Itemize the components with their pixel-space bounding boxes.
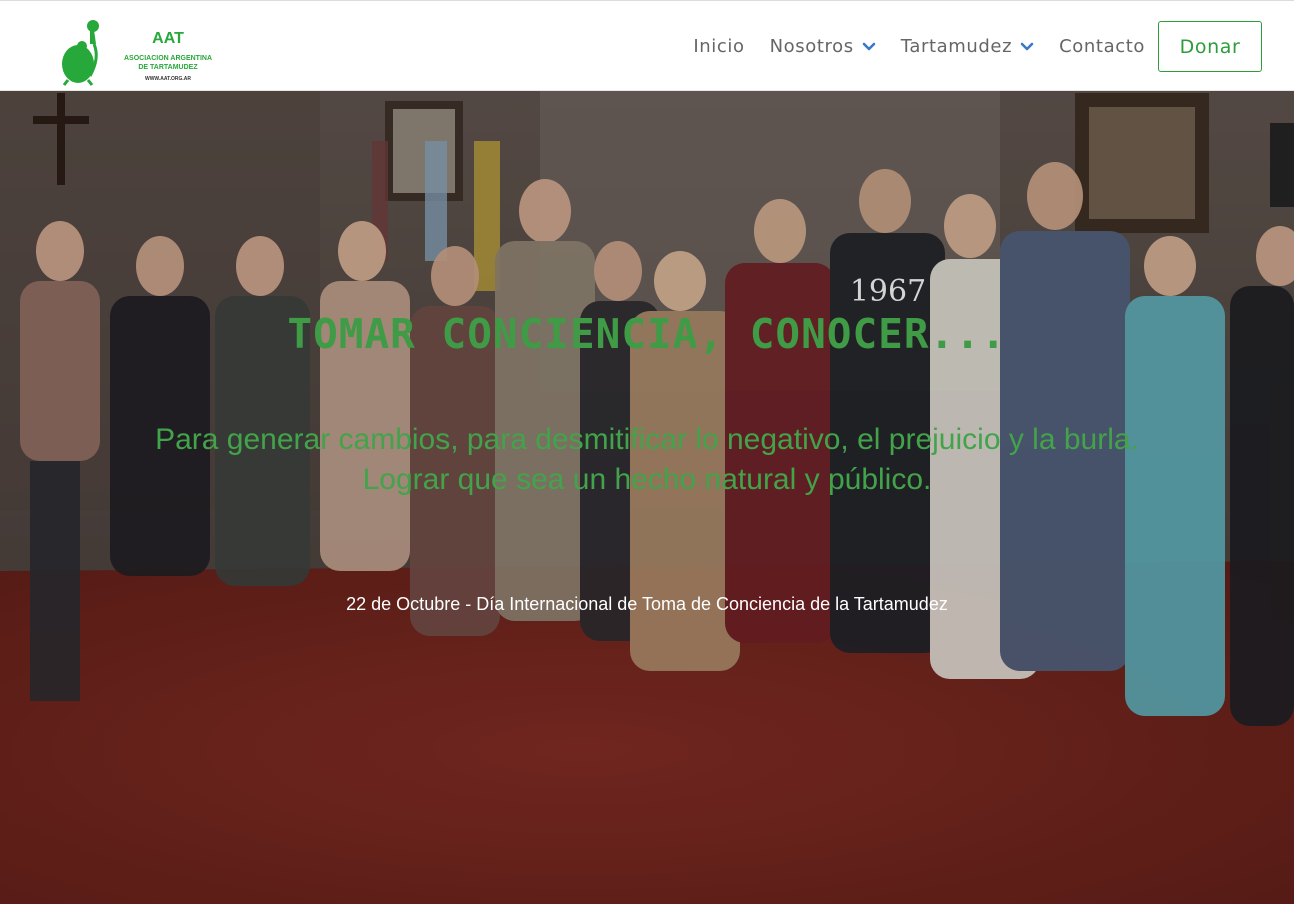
nav-label: Tartamudez [900, 36, 1013, 57]
nav-label: Inicio [693, 36, 745, 57]
site-header: AAT ASOCIACION ARGENTINA DE TARTAMUDEZ W… [0, 0, 1294, 91]
site-logo[interactable]: AAT ASOCIACION ARGENTINA DE TARTAMUDEZ W… [60, 18, 220, 88]
logo-name-line1: ASOCIACION ARGENTINA [123, 55, 213, 62]
logo-name-line2: DE TARTAMUDEZ [138, 64, 198, 71]
donate-button[interactable]: Donar [1158, 21, 1262, 72]
nav-nosotros[interactable]: Nosotros [770, 36, 876, 57]
nav-contacto[interactable]: Contacto [1059, 36, 1145, 57]
hero-subtitle-line2: Lograr que sea un hecho natural y públic… [362, 463, 932, 496]
chevron-down-icon [862, 42, 876, 50]
chevron-down-icon [1020, 42, 1034, 50]
nav-label: Nosotros [769, 36, 854, 57]
hero-subtitle-line1: Para generar cambios, para desmitificar … [155, 423, 1139, 456]
logo-abbr: AAT [152, 30, 184, 47]
hero-subtitle: Para generar cambios, para desmitificar … [0, 420, 1294, 500]
nav-label: Contacto [1059, 36, 1145, 57]
hero-banner: 1967 TOMAR CONCIENCIA, CONOCER... Para g… [0, 91, 1294, 904]
main-nav: Inicio Nosotros Tartamudez Contacto Dona… [668, 1, 1262, 92]
hero-title: TOMAR CONCIENCIA, CONOCER... [287, 310, 1007, 358]
nav-tartamudez[interactable]: Tartamudez [901, 36, 1034, 57]
logo-url: WWW.AAT.ORG.AR [144, 76, 191, 82]
nav-inicio[interactable]: Inicio [693, 36, 744, 57]
turtle-logo-icon [62, 20, 99, 86]
hero-date-caption: 22 de Octubre - Día Internacional de Tom… [346, 594, 948, 614]
